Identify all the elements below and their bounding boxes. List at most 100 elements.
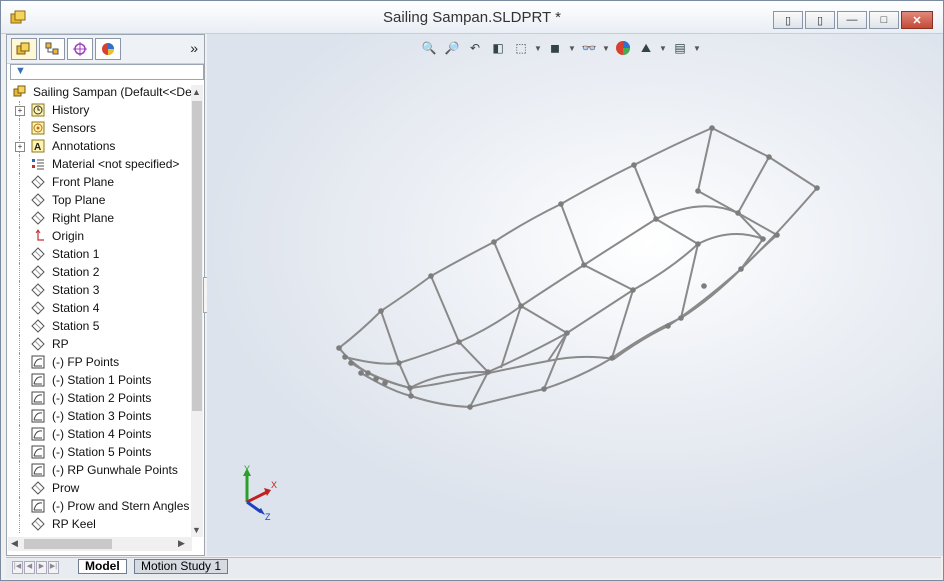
tree-item[interactable]: Station 4 xyxy=(7,299,193,317)
scroll-down-icon[interactable]: ▼ xyxy=(192,525,201,535)
sketch-point xyxy=(709,125,715,131)
tree-connector xyxy=(19,407,20,425)
tree-item[interactable]: Sensors xyxy=(7,119,193,137)
tree-item-label: Station 2 xyxy=(52,265,100,279)
sensors-icon xyxy=(31,121,45,135)
tree-item[interactable]: (-) Station 4 Points xyxy=(7,425,193,443)
sketch-point xyxy=(735,210,741,216)
sketch-point xyxy=(408,393,414,399)
material-icon xyxy=(32,159,44,170)
plane-icon xyxy=(31,247,45,261)
tree-item-label: RP xyxy=(52,337,69,351)
expand-icon[interactable]: + xyxy=(15,142,25,152)
next-tab-icon[interactable]: ▶ xyxy=(36,561,47,574)
plane-icon xyxy=(31,319,45,333)
hull-curve xyxy=(737,156,770,214)
tree-item[interactable]: (-) Station 3 Points xyxy=(7,407,193,425)
tree-item[interactable]: Station 1 xyxy=(7,245,193,263)
tree-item-label: Front Plane xyxy=(52,175,115,189)
expand-tabs-button[interactable]: » xyxy=(190,40,198,56)
minimize-button[interactable]: — xyxy=(837,11,867,29)
tile-left-button[interactable]: ▯ xyxy=(773,11,803,29)
tree-item-label: Sensors xyxy=(52,121,97,135)
scroll-left-icon[interactable]: ◀ xyxy=(11,538,18,549)
tree-item[interactable]: (-) RP Gunwhale Points xyxy=(7,461,193,479)
tree-item[interactable]: (-) Station 5 Points xyxy=(7,443,193,461)
sketch-icon xyxy=(31,409,45,423)
appearance-icon xyxy=(102,43,114,55)
sketch-point xyxy=(456,339,462,345)
tree-item[interactable]: Origin xyxy=(7,227,193,245)
tree-connector xyxy=(19,335,20,353)
tree-item[interactable]: (-) Station 2 Points xyxy=(7,389,193,407)
tree-connector xyxy=(19,317,20,335)
plane-icon xyxy=(31,301,45,315)
tree-item[interactable]: Station 3 xyxy=(7,281,193,299)
tree-item[interactable]: RP xyxy=(7,335,193,353)
tree-connector xyxy=(19,245,20,263)
tree-item[interactable]: Prow xyxy=(7,479,193,497)
tree-item-label: (-) Station 4 Points xyxy=(52,427,152,441)
configuration-manager-tab[interactable] xyxy=(67,38,93,60)
tree-item[interactable]: Front Plane xyxy=(7,173,193,191)
tree-item[interactable]: Right Plane xyxy=(7,209,193,227)
tile-right-button[interactable]: ▯ xyxy=(805,11,835,29)
property-manager-tab[interactable] xyxy=(39,38,65,60)
scroll-right-icon[interactable]: ▶ xyxy=(178,538,185,549)
tree-filter-field[interactable]: ▼ xyxy=(10,64,204,80)
close-button[interactable]: ✕ xyxy=(901,11,933,29)
tree-vertical-scrollbar[interactable]: ▲ ▼ xyxy=(191,85,203,537)
sketch-icon xyxy=(31,391,45,405)
title-bar[interactable]: Sailing Sampan.SLDPRT * ▯ ▯ — □ ✕ xyxy=(1,1,943,34)
plane-icon xyxy=(31,265,45,279)
vertical-scroll-thumb[interactable] xyxy=(192,101,202,411)
tree-item[interactable]: (-) FP Points xyxy=(7,353,193,371)
expand-icon[interactable]: + xyxy=(15,106,25,116)
tree-item-label: (-) Station 3 Points xyxy=(52,409,152,423)
tree-item[interactable]: (-) Prow and Stern Angles xyxy=(7,497,193,515)
tree-item[interactable]: + A Annotations xyxy=(7,137,193,155)
hull-curve xyxy=(560,203,635,359)
graphics-area[interactable]: 🔍 🔎 ↶ ◧ ⬚ ▼ ◼ ▼ 👓 ▼ ⛰ ▼ ▤ ▼ Y X Z xyxy=(207,34,943,556)
tree-item[interactable]: Station 2 xyxy=(7,263,193,281)
tab-model[interactable]: Model xyxy=(78,559,127,574)
part-icon xyxy=(13,85,26,97)
sketch-icon xyxy=(31,427,45,441)
tree-connector xyxy=(19,443,20,461)
tree-connector xyxy=(19,281,20,299)
tree-item-label: Station 1 xyxy=(52,247,100,261)
tree-item[interactable]: Station 5 xyxy=(7,317,193,335)
tree-item-label: (-) Station 2 Points xyxy=(52,391,152,405)
scroll-up-icon[interactable]: ▲ xyxy=(192,87,201,97)
tree-item-label: (-) Station 1 Points xyxy=(52,373,152,387)
sketch-point xyxy=(738,266,744,272)
sketch-point xyxy=(766,154,772,160)
horizontal-scroll-thumb[interactable] xyxy=(24,539,112,549)
sketch-point xyxy=(653,216,659,222)
sketch-point xyxy=(701,283,707,289)
window-controls: ▯ ▯ — □ ✕ xyxy=(771,11,933,29)
feature-manager-tab[interactable] xyxy=(11,38,37,60)
main-window: Sailing Sampan.SLDPRT * ▯ ▯ — □ ✕ » ▼ Sa… xyxy=(0,0,944,581)
tree-root[interactable]: Sailing Sampan (Default<<De xyxy=(7,83,193,101)
tree-item-label: Prow xyxy=(52,481,80,495)
first-tab-icon[interactable]: |◀ xyxy=(12,561,23,574)
tree-item[interactable]: Material <not specified> xyxy=(7,155,193,173)
tree-horizontal-scrollbar[interactable]: ◀ ▶ xyxy=(8,537,192,551)
maximize-button[interactable]: □ xyxy=(869,11,899,29)
tree-item-label: (-) Prow and Stern Angles xyxy=(52,499,190,513)
display-manager-tab[interactable] xyxy=(95,38,121,60)
sketch-icon xyxy=(31,463,45,477)
tab-motion-study-1[interactable]: Motion Study 1 xyxy=(134,559,229,574)
sketch-point xyxy=(678,315,684,321)
sketch-point xyxy=(485,369,491,375)
tree-item-label: (-) FP Points xyxy=(52,355,120,369)
prev-tab-icon[interactable]: ◀ xyxy=(24,561,35,574)
last-tab-icon[interactable]: ▶| xyxy=(48,561,59,574)
sketch-point xyxy=(396,360,402,366)
tree-item[interactable]: Top Plane xyxy=(7,191,193,209)
tree-item[interactable]: RP Keel xyxy=(7,515,193,533)
tree-item-label: Station 5 xyxy=(52,319,100,333)
tree-item[interactable]: (-) Station 1 Points xyxy=(7,371,193,389)
tree-item[interactable]: + History xyxy=(7,101,193,119)
